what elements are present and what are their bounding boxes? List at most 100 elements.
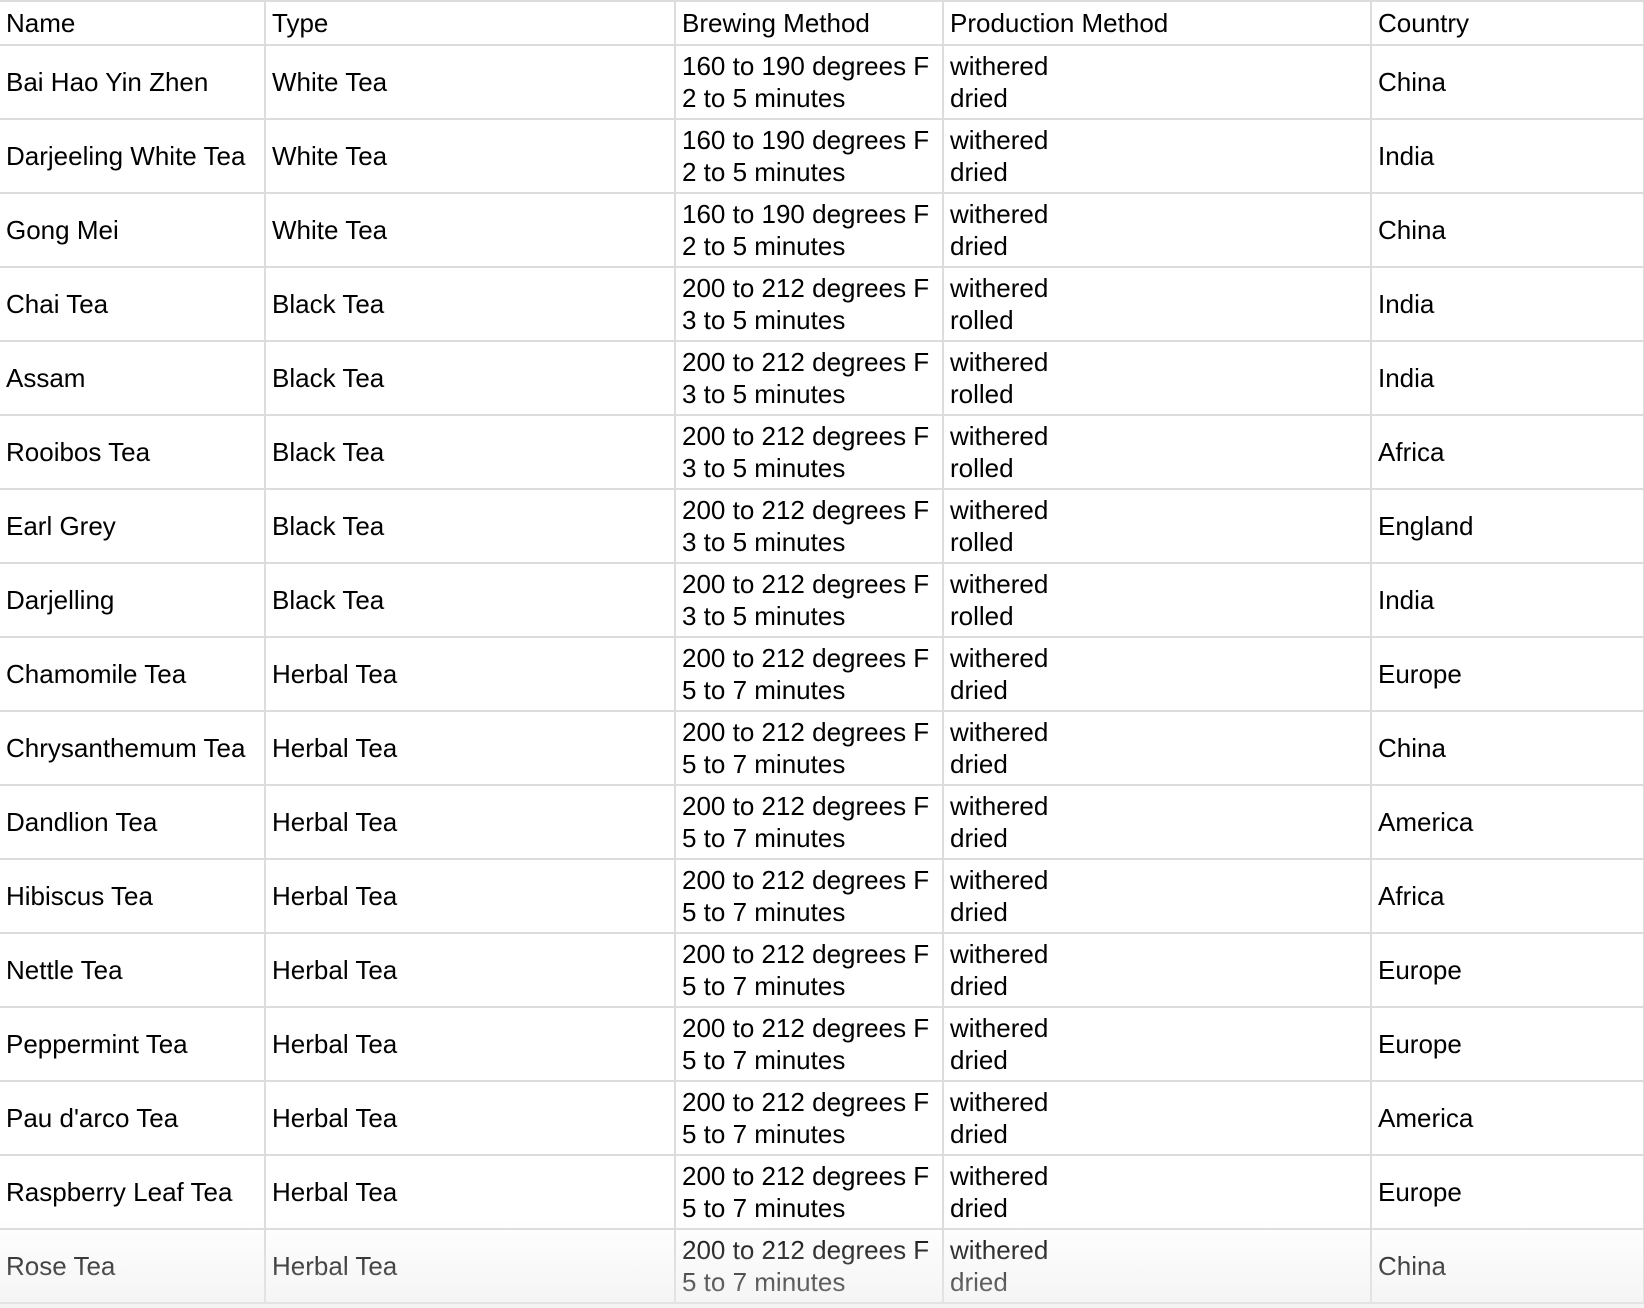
cell-country[interactable]: America: [1371, 785, 1644, 860]
cell-country[interactable]: England: [1371, 489, 1644, 564]
cell-country[interactable]: India: [1371, 267, 1644, 342]
cell-type[interactable]: Herbal Tea: [265, 1155, 676, 1230]
cell-type[interactable]: Herbal Tea: [265, 785, 676, 860]
cell-production-method[interactable]: withered dried: [943, 859, 1372, 934]
cell-name[interactable]: Chamomile Tea: [0, 637, 266, 712]
cell-country[interactable]: Europe: [1371, 637, 1644, 712]
cell-name[interactable]: Darjelling: [0, 563, 266, 638]
cell-brewing-method[interactable]: 160 to 190 degrees F 2 to 5 minutes: [675, 193, 944, 268]
table-row: Chai Tea Black Tea 200 to 212 degrees F …: [0, 267, 1644, 342]
cell-name[interactable]: Peppermint Tea: [0, 1007, 266, 1082]
cell-type[interactable]: Herbal Tea: [265, 637, 676, 712]
cell-name-text: Hibiscus Tea: [6, 881, 153, 911]
cell-production-method[interactable]: withered rolled: [943, 489, 1372, 564]
cell-brewing-method[interactable]: 200 to 212 degrees F 3 to 5 minutes: [675, 563, 944, 638]
cell-type[interactable]: Herbal Tea: [265, 711, 676, 786]
cell-production-method[interactable]: withered dried: [943, 1155, 1372, 1230]
production-step-2: rolled: [950, 379, 1014, 409]
cell-name[interactable]: Bai Hao Yin Zhen: [0, 45, 266, 120]
cell-type[interactable]: Herbal Tea: [265, 1007, 676, 1082]
cell-country[interactable]: China: [1371, 45, 1644, 120]
cell-type[interactable]: Black Tea: [265, 415, 676, 490]
cell-name[interactable]: Hibiscus Tea: [0, 859, 266, 934]
cell-production-method[interactable]: withered dried: [943, 45, 1372, 120]
cell-brewing-method[interactable]: 200 to 212 degrees F 5 to 7 minutes: [675, 637, 944, 712]
cell-brewing-method[interactable]: 200 to 212 degrees F 5 to 7 minutes: [675, 711, 944, 786]
cell-country[interactable]: India: [1371, 119, 1644, 194]
cell-production-method[interactable]: withered dried: [943, 637, 1372, 712]
cell-production-method[interactable]: withered dried: [943, 1081, 1372, 1156]
cell-type[interactable]: White Tea: [265, 45, 676, 120]
cell-country[interactable]: Africa: [1371, 859, 1644, 934]
header-type[interactable]: Type: [265, 1, 676, 46]
cell-country[interactable]: India: [1371, 341, 1644, 416]
cell-production-method[interactable]: withered rolled: [943, 267, 1372, 342]
cell-name[interactable]: Earl Grey: [0, 489, 266, 564]
brew-time: 5 to 7 minutes: [682, 1267, 846, 1297]
cell-country-text: America: [1378, 1103, 1474, 1133]
cell-country[interactable]: Europe: [1371, 1007, 1644, 1082]
cell-production-method[interactable]: withered dried: [943, 1007, 1372, 1082]
cell-production-method[interactable]: withered rolled: [943, 415, 1372, 490]
cell-name[interactable]: Gong Mei: [0, 193, 266, 268]
cell-country[interactable]: Africa: [1371, 415, 1644, 490]
cell-country[interactable]: America: [1371, 1081, 1644, 1156]
cell-production-method[interactable]: withered dried: [943, 1229, 1372, 1304]
cell-production-method[interactable]: withered dried: [943, 933, 1372, 1008]
cell-type[interactable]: Herbal Tea: [265, 1229, 676, 1304]
cell-name[interactable]: Dandlion Tea: [0, 785, 266, 860]
cell-type[interactable]: Black Tea: [265, 489, 676, 564]
cell-brewing-method[interactable]: 200 to 212 degrees F 5 to 7 minutes: [675, 785, 944, 860]
cell-type[interactable]: Black Tea: [265, 563, 676, 638]
cell-brewing-method[interactable]: 200 to 212 degrees F 3 to 5 minutes: [675, 341, 944, 416]
cell-country[interactable]: China: [1371, 1229, 1644, 1304]
cell-type[interactable]: Herbal Tea: [265, 1081, 676, 1156]
cell-type[interactable]: Black Tea: [265, 267, 676, 342]
cell-brewing-method[interactable]: 160 to 190 degrees F 2 to 5 minutes: [675, 45, 944, 120]
cell-brewing-method[interactable]: 200 to 212 degrees F 3 to 5 minutes: [675, 415, 944, 490]
cell-type[interactable]: Herbal Tea: [265, 859, 676, 934]
cell-name[interactable]: Raspberry Leaf Tea: [0, 1155, 266, 1230]
cell-name[interactable]: Rooibos Tea: [0, 415, 266, 490]
cell-name[interactable]: Chai Tea: [0, 267, 266, 342]
cell-name[interactable]: Darjeeling White Tea: [0, 119, 266, 194]
header-name[interactable]: Name: [0, 1, 266, 46]
cell-brewing-method[interactable]: 160 to 190 degrees F 2 to 5 minutes: [675, 119, 944, 194]
header-country[interactable]: Country: [1371, 1, 1644, 46]
header-production-method[interactable]: Production Method: [943, 1, 1372, 46]
cell-brewing-method[interactable]: 200 to 212 degrees F 3 to 5 minutes: [675, 489, 944, 564]
cell-brewing-method[interactable]: 200 to 212 degrees F 5 to 7 minutes: [675, 859, 944, 934]
cell-production-method[interactable]: withered dried: [943, 785, 1372, 860]
cell-brewing-method[interactable]: 200 to 212 degrees F 3 to 5 minutes: [675, 267, 944, 342]
cell-country[interactable]: China: [1371, 711, 1644, 786]
header-brewing-method[interactable]: Brewing Method: [675, 1, 944, 46]
cell-production-method[interactable]: withered dried: [943, 711, 1372, 786]
production-step-2: dried: [950, 749, 1008, 779]
cell-brewing-method[interactable]: 200 to 212 degrees F 5 to 7 minutes: [675, 1155, 944, 1230]
cell-country[interactable]: Europe: [1371, 933, 1644, 1008]
cell-name[interactable]: Rose Tea: [0, 1229, 266, 1304]
cell-type[interactable]: White Tea: [265, 119, 676, 194]
cell-type-text: White Tea: [272, 215, 388, 245]
cell-brewing-method[interactable]: 200 to 212 degrees F 5 to 7 minutes: [675, 1229, 944, 1304]
cell-production-method[interactable]: withered rolled: [943, 563, 1372, 638]
cell-production-method[interactable]: withered rolled: [943, 341, 1372, 416]
cell-country[interactable]: China: [1371, 193, 1644, 268]
brew-temperature: 200 to 212 degrees F: [682, 1235, 930, 1265]
cell-brewing-method[interactable]: 200 to 212 degrees F 5 to 7 minutes: [675, 1007, 944, 1082]
cell-type[interactable]: Black Tea: [265, 341, 676, 416]
cell-name[interactable]: Assam: [0, 341, 266, 416]
cell-type[interactable]: Herbal Tea: [265, 933, 676, 1008]
cell-production-method[interactable]: withered dried: [943, 119, 1372, 194]
cell-name[interactable]: Chrysanthemum Tea: [0, 711, 266, 786]
production-step-2: dried: [950, 1267, 1008, 1297]
cell-brewing-method[interactable]: 200 to 212 degrees F 5 to 7 minutes: [675, 1081, 944, 1156]
production-step-1: withered: [950, 643, 1049, 673]
cell-production-method[interactable]: withered dried: [943, 193, 1372, 268]
cell-country[interactable]: Europe: [1371, 1155, 1644, 1230]
cell-name[interactable]: Pau d'arco Tea: [0, 1081, 266, 1156]
cell-type[interactable]: White Tea: [265, 193, 676, 268]
cell-country[interactable]: India: [1371, 563, 1644, 638]
cell-brewing-method[interactable]: 200 to 212 degrees F 5 to 7 minutes: [675, 933, 944, 1008]
cell-name[interactable]: Nettle Tea: [0, 933, 266, 1008]
